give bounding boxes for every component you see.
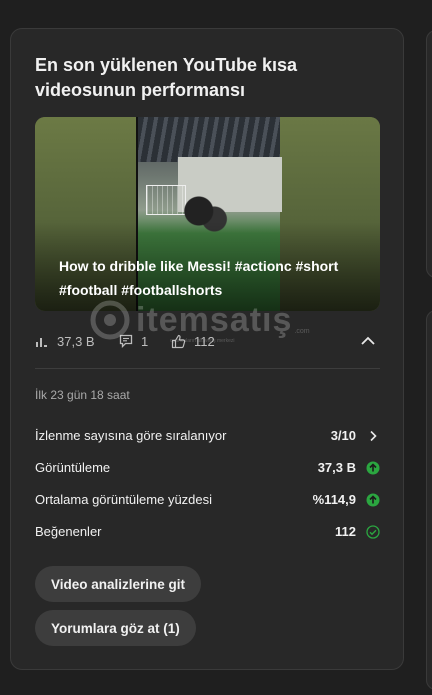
metric-value: 112 <box>335 524 356 539</box>
views-stat: 37,3 B <box>35 329 95 353</box>
avg-view-percentage-row: Ortalama görüntüleme yüzdesi %114,9 <box>35 492 380 512</box>
thumbs-up-icon <box>171 334 186 348</box>
adjacent-card-lower <box>426 310 432 690</box>
video-thumbnail[interactable]: How to dribble like Messi! #actionc #sho… <box>35 117 380 311</box>
metric-value: 37,3 B <box>317 460 356 475</box>
views-metric-row: Görüntüleme 37,3 B <box>35 460 380 480</box>
likes-metric-row: Beğenenler 112 <box>35 524 380 544</box>
view-comments-button[interactable]: Yorumlara göz at (1) <box>35 610 196 646</box>
metric-label: Beğenenler <box>35 524 102 539</box>
metric-label: İzlenme sayısına göre sıralanıyor <box>35 428 227 443</box>
arrow-up-circle-icon <box>366 493 380 507</box>
metric-label: Görüntüleme <box>35 460 111 475</box>
views-count: 37,3 B <box>57 333 95 349</box>
comments-stat: 1 <box>119 329 148 353</box>
metric-value: %114,9 <box>312 492 356 507</box>
video-stats-row: 37,3 B 1 112 <box>35 329 380 353</box>
metric-value: 3/10 <box>330 428 356 443</box>
comment-icon <box>119 334 133 348</box>
period-label: İlk 23 gün 18 saat <box>35 388 130 402</box>
comments-count: 1 <box>141 333 149 349</box>
arrow-up-circle-icon <box>366 461 380 475</box>
metric-label: Ortalama görüntüleme yüzdesi <box>35 492 213 507</box>
video-analytics-button[interactable]: Video analizlerine git <box>35 566 202 602</box>
bar-chart-icon <box>36 338 47 347</box>
divider <box>35 368 380 369</box>
likes-count: 112 <box>194 333 215 349</box>
chevron-right-icon[interactable] <box>366 429 380 443</box>
adjacent-card <box>426 30 432 278</box>
ranking-row[interactable]: İzlenme sayısına göre sıralanıyor 3/10 <box>35 428 380 448</box>
video-caption: How to dribble like Messi! #actionc #sho… <box>59 258 339 298</box>
previous-card-fragment <box>0 0 432 10</box>
check-circle-icon <box>366 525 380 539</box>
likes-stat: 112 <box>171 329 215 353</box>
card-title: En son yüklenen YouTube kısa videosunun … <box>35 55 298 100</box>
latest-short-performance-card: En son yüklenen YouTube kısa videosunun … <box>10 28 404 670</box>
collapse-button[interactable] <box>356 329 380 353</box>
chevron-up-icon <box>361 336 375 345</box>
